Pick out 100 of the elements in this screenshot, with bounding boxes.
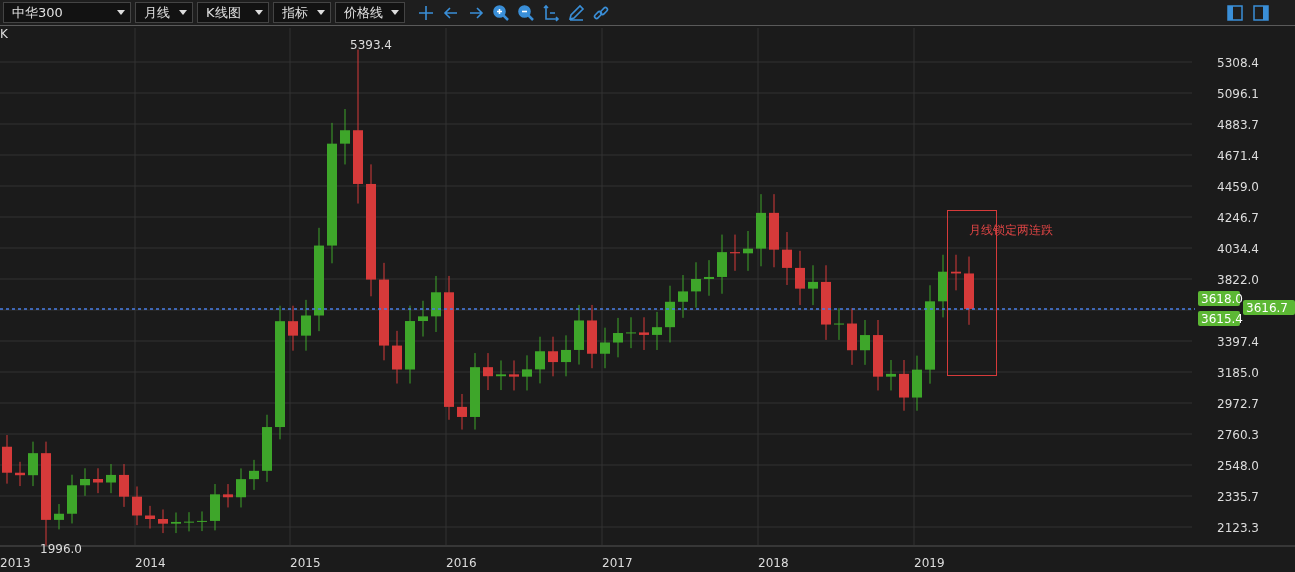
candlestick	[171, 512, 181, 534]
y-axis-label: 5308.4	[1217, 56, 1259, 70]
candlestick	[93, 467, 103, 494]
dropdown[interactable]: 中华300	[3, 2, 131, 23]
chart-label: K	[0, 27, 8, 41]
candlestick	[704, 259, 714, 297]
left-panel-icon[interactable]	[1226, 3, 1244, 22]
candlestick	[691, 261, 701, 309]
candlestick	[678, 274, 688, 319]
candlestick	[418, 300, 428, 337]
zoom-in-icon[interactable]	[492, 3, 510, 22]
candlestick	[938, 254, 948, 318]
candlestick	[886, 359, 896, 391]
low-price-label: 1996.0	[40, 542, 82, 556]
candlestick	[431, 275, 441, 333]
candlestick	[574, 304, 584, 366]
candlestick	[184, 511, 194, 532]
candlestick	[15, 461, 25, 487]
zoom-out-icon[interactable]	[517, 3, 535, 22]
candlestick	[210, 483, 220, 531]
y-axis-label: 3822.0	[1217, 273, 1259, 287]
candlestick	[795, 250, 805, 306]
candlestick	[132, 485, 142, 526]
candlestick	[873, 319, 883, 391]
candlestick	[301, 299, 311, 352]
candlestick	[782, 231, 792, 286]
candlestick	[587, 304, 597, 369]
dropdown[interactable]: 指标	[273, 2, 331, 23]
candlestick	[249, 459, 259, 491]
candlestick	[548, 336, 558, 377]
candlestick	[847, 307, 857, 366]
candlestick	[236, 467, 246, 508]
y-axis-label: 2123.3	[1217, 521, 1259, 535]
y-axis-label: 2972.7	[1217, 397, 1259, 411]
candlestick	[54, 503, 64, 530]
dropdown[interactable]: K线图	[197, 2, 269, 23]
right-panel-icon[interactable]	[1252, 3, 1270, 22]
candlestick	[730, 234, 740, 272]
candlestick	[223, 483, 233, 508]
candlestick	[535, 336, 545, 384]
y-axis-label: 5096.1	[1217, 87, 1259, 101]
candlestick	[288, 305, 298, 352]
high-price-label: 5393.4	[350, 38, 392, 52]
candlestick	[600, 327, 610, 369]
caret-icon	[179, 10, 187, 15]
candlestick	[28, 441, 38, 487]
candlestick	[262, 414, 272, 483]
candlestick	[626, 316, 636, 349]
y-axis-label: 4883.7	[1217, 118, 1259, 132]
y-axis-label: 2760.3	[1217, 428, 1259, 442]
candlestick	[912, 355, 922, 412]
candlestick	[665, 285, 675, 343]
y-axis-label: 4034.4	[1217, 242, 1259, 256]
price-tag: 3616.7	[1243, 300, 1295, 315]
dropdown[interactable]: 月线	[135, 2, 193, 23]
x-axis-label: 2015	[290, 556, 321, 570]
candlestick	[717, 234, 727, 295]
x-axis-label: 2018	[758, 556, 789, 570]
x-axis-label: 2014	[135, 556, 166, 570]
candlestick	[808, 264, 818, 306]
candlestick	[652, 311, 662, 351]
candlestick	[145, 505, 155, 530]
candlestick	[860, 319, 870, 366]
candlestick	[561, 334, 571, 377]
y-axis-label: 2335.7	[1217, 490, 1259, 504]
crosshair-icon[interactable]	[417, 3, 435, 22]
candlestick	[2, 434, 12, 485]
candlestick	[340, 108, 350, 165]
x-axis-label: 2013	[0, 556, 31, 570]
candlestick	[639, 316, 649, 351]
y-axis-label: 3397.4	[1217, 335, 1259, 349]
candlestick	[834, 307, 844, 341]
dropdown[interactable]: 价格线	[335, 2, 405, 23]
y-axis-label: 3185.0	[1217, 366, 1259, 380]
candlestick	[522, 354, 532, 391]
candlestick	[119, 463, 129, 508]
candlestick	[509, 359, 519, 391]
caret-icon	[317, 10, 325, 15]
caret-icon	[255, 10, 263, 15]
x-axis-label: 2017	[602, 556, 633, 570]
candlestick	[613, 317, 623, 358]
candlestick	[899, 359, 909, 412]
candlestick	[392, 330, 402, 385]
candlestick	[457, 393, 467, 431]
candlestick	[743, 230, 753, 272]
y-axis-label: 4671.4	[1217, 149, 1259, 163]
candlestick	[67, 474, 77, 524]
y-axis-label: 2548.0	[1217, 459, 1259, 473]
y-axis-label: 4459.0	[1217, 180, 1259, 194]
candlestick	[158, 508, 168, 534]
candlestick	[106, 463, 116, 494]
axis-icon[interactable]	[542, 3, 560, 22]
x-axis-label: 2019	[914, 556, 945, 570]
candlestick	[80, 467, 90, 497]
caret-icon	[391, 10, 399, 15]
candlestick	[483, 352, 493, 391]
candlestick	[951, 254, 961, 291]
y-axis-label: 4246.7	[1217, 211, 1259, 225]
candlestick	[964, 256, 974, 326]
pencil-icon[interactable]	[567, 3, 585, 22]
